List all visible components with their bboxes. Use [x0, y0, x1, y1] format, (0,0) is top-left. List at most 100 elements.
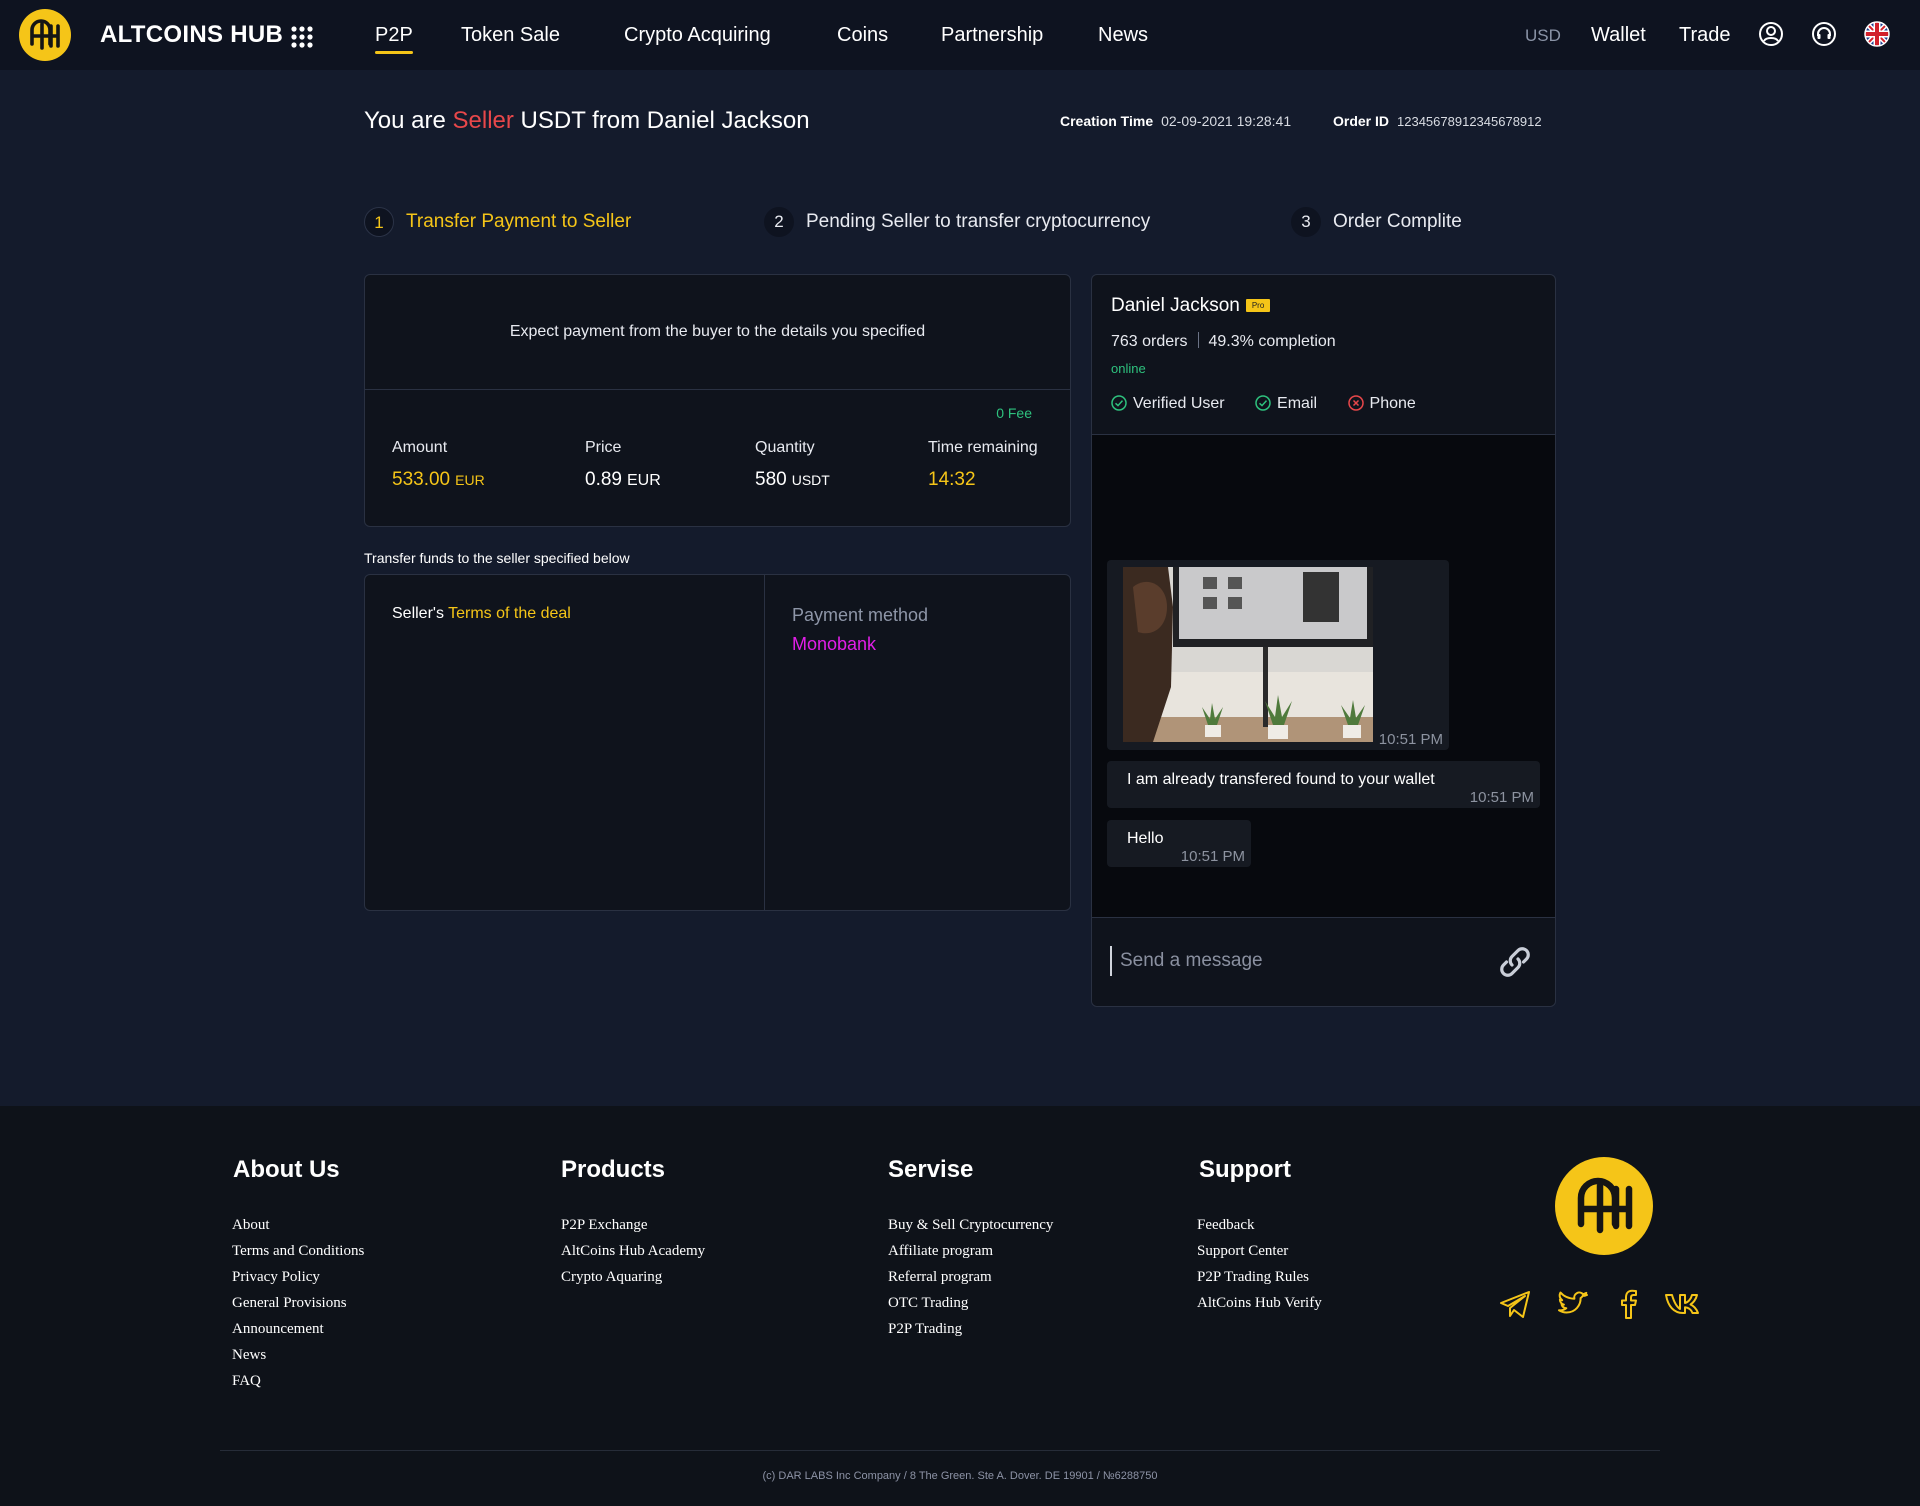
- nav-link-partnership[interactable]: Partnership: [941, 22, 1043, 48]
- language-uk-flag-icon[interactable]: [1864, 21, 1890, 47]
- telegram-icon[interactable]: [1497, 1286, 1533, 1322]
- footer-link[interactable]: P2P Exchange: [561, 1212, 705, 1238]
- facebook-icon[interactable]: [1611, 1286, 1647, 1322]
- footer-link[interactable]: P2P Trading Rules: [1197, 1264, 1322, 1290]
- order-id-label: Order ID: [1333, 113, 1390, 129]
- footer-link[interactable]: Affiliate program: [888, 1238, 1053, 1264]
- message-time: 10:51 PM: [1180, 848, 1245, 865]
- footer-list-about: About Terms and Conditions Privacy Polic…: [232, 1212, 364, 1394]
- step-label: Order Complite: [1333, 211, 1462, 232]
- verification-label: Verified User: [1133, 395, 1225, 412]
- step-number: 2: [764, 207, 794, 237]
- footer-link[interactable]: Buy & Sell Cryptocurrency: [888, 1212, 1053, 1238]
- order-title: You are Seller USDT from Daniel Jackson: [364, 106, 810, 136]
- amount-label: Amount: [392, 439, 448, 456]
- footer-link[interactable]: About: [232, 1212, 364, 1238]
- amount-value: 533.00: [392, 469, 451, 490]
- price-label: Price: [585, 439, 622, 456]
- nav-link-news[interactable]: News: [1098, 22, 1148, 48]
- verification-verified-user: Verified User: [1111, 395, 1225, 413]
- seller-terms-card: Seller's Terms of the deal Payment metho…: [364, 574, 1071, 911]
- verification-phone: Phone: [1347, 395, 1416, 413]
- footer-list-products: P2P Exchange AltCoins Hub Academy Crypto…: [561, 1212, 705, 1290]
- footer-link[interactable]: Terms and Conditions: [232, 1238, 364, 1264]
- chat-text-message: Hello 10:51 PM: [1107, 820, 1251, 867]
- message-input[interactable]: [1110, 946, 1470, 976]
- amount-unit: EUR: [455, 472, 485, 488]
- chat-attached-photo[interactable]: [1123, 567, 1373, 742]
- order-id: Order ID 12345678912345678912: [1333, 112, 1542, 131]
- x-circle-icon: [1347, 395, 1364, 411]
- footer-link[interactable]: Feedback: [1197, 1212, 1322, 1238]
- payment-method-label: Payment method: [792, 605, 929, 625]
- nav-link-crypto-acquiring[interactable]: Crypto Acquiring: [624, 22, 771, 48]
- vk-icon[interactable]: [1664, 1286, 1708, 1322]
- nav-wallet-link[interactable]: Wallet: [1591, 22, 1646, 48]
- verification-label: Phone: [1369, 395, 1416, 412]
- quantity-label: Quantity: [755, 439, 815, 456]
- chat-panel: Daniel Jackson Pro 763 orders 49.3% comple…: [1091, 274, 1556, 1007]
- footer-list-support: Feedback Support Center P2P Trading Rule…: [1197, 1212, 1322, 1316]
- message-text: Hello: [1127, 830, 1164, 847]
- user-profile-icon[interactable]: [1758, 21, 1784, 47]
- footer-link[interactable]: Privacy Policy: [232, 1264, 364, 1290]
- step-number: 3: [1291, 207, 1321, 237]
- chat-composer: [1092, 917, 1555, 1006]
- price-unit: EUR: [626, 472, 661, 489]
- verification-label: Email: [1277, 395, 1318, 412]
- check-circle-icon: [1111, 395, 1127, 411]
- message-time: 10:51 PM: [1469, 789, 1534, 806]
- time-remaining-value: 14:32: [928, 469, 976, 490]
- completion-rate: 49.3% completion: [1208, 333, 1336, 350]
- footer-link[interactable]: General Provisions: [232, 1290, 364, 1316]
- site-footer: About Us About Terms and Conditions Priv…: [0, 1106, 1920, 1506]
- terms-of-deal-link[interactable]: Terms of the deal: [448, 605, 571, 622]
- payment-summary-card: Expect payment from the buyer to the det…: [364, 274, 1071, 527]
- message-time: 10:51 PM: [1378, 731, 1443, 748]
- footer-logo-icon[interactable]: [1554, 1156, 1654, 1256]
- support-headset-icon[interactable]: [1811, 21, 1837, 47]
- step-order-complete: 3 Order Complite: [1291, 207, 1462, 239]
- seller-terms: Seller's Terms of the deal: [392, 605, 571, 623]
- chat-image-message: 10:51 PM: [1107, 560, 1449, 750]
- nav-link-p2p[interactable]: P2P: [375, 22, 413, 54]
- footer-link[interactable]: P2P Trading: [888, 1316, 1053, 1342]
- footer-link[interactable]: Crypto Aquaring: [561, 1264, 705, 1290]
- message-text: I am already transfered found to your wa…: [1127, 771, 1435, 788]
- nav-link-token-sale[interactable]: Token Sale: [461, 22, 560, 48]
- footer-link[interactable]: AltCoins Hub Verify: [1197, 1290, 1322, 1316]
- creation-time-label: Creation Time: [1060, 113, 1154, 129]
- footer-link[interactable]: Referral program: [888, 1264, 1053, 1290]
- footer-heading-products: Products: [561, 1156, 666, 1183]
- currency-selector[interactable]: USD: [1525, 23, 1561, 49]
- footer-link[interactable]: News: [232, 1342, 364, 1368]
- altcoins-hub-logo-icon[interactable]: [18, 8, 72, 62]
- brand-name[interactable]: ALTCOINS HUB: [100, 20, 283, 50]
- check-circle-icon: [1255, 395, 1271, 411]
- amount-column: Amount 533.00 EUR: [392, 438, 485, 492]
- twitter-icon[interactable]: [1555, 1286, 1591, 1322]
- order-role: Seller: [452, 107, 514, 134]
- nav-link-coins[interactable]: Coins: [837, 22, 888, 48]
- creation-time: Creation Time 02-09-2021 19:28:41: [1060, 112, 1291, 130]
- time-remaining-label: Time remaining: [928, 439, 1038, 456]
- creation-time-value: 02-09-2021 19:28:41: [1161, 113, 1292, 129]
- attach-link-icon[interactable]: [1495, 944, 1535, 980]
- quantity-column: Quantity 580 USDT: [755, 438, 830, 492]
- apps-grid-icon[interactable]: [291, 26, 313, 48]
- footer-link[interactable]: OTC Trading: [888, 1290, 1053, 1316]
- footer-link[interactable]: FAQ: [232, 1368, 364, 1394]
- terms-prefix: Seller's: [392, 605, 449, 622]
- seller-name: Daniel Jackson Pro: [1111, 295, 1271, 317]
- time-remaining-column: Time remaining 14:32: [928, 438, 1038, 492]
- footer-divider: [220, 1450, 1660, 1451]
- footer-link[interactable]: AltCoins Hub Academy: [561, 1238, 705, 1264]
- footer-link[interactable]: Announcement: [232, 1316, 364, 1342]
- footer-heading-service: Servise: [888, 1156, 974, 1183]
- step-label: Pending Seller to transfer cryptocurrenc…: [806, 211, 1151, 232]
- nav-trade-link[interactable]: Trade: [1679, 22, 1731, 48]
- footer-link[interactable]: Support Center: [1197, 1238, 1322, 1264]
- fee-label: 0 Fee: [996, 405, 1032, 421]
- footer-heading-support: Support: [1199, 1156, 1291, 1183]
- quantity-value: 580: [755, 469, 787, 490]
